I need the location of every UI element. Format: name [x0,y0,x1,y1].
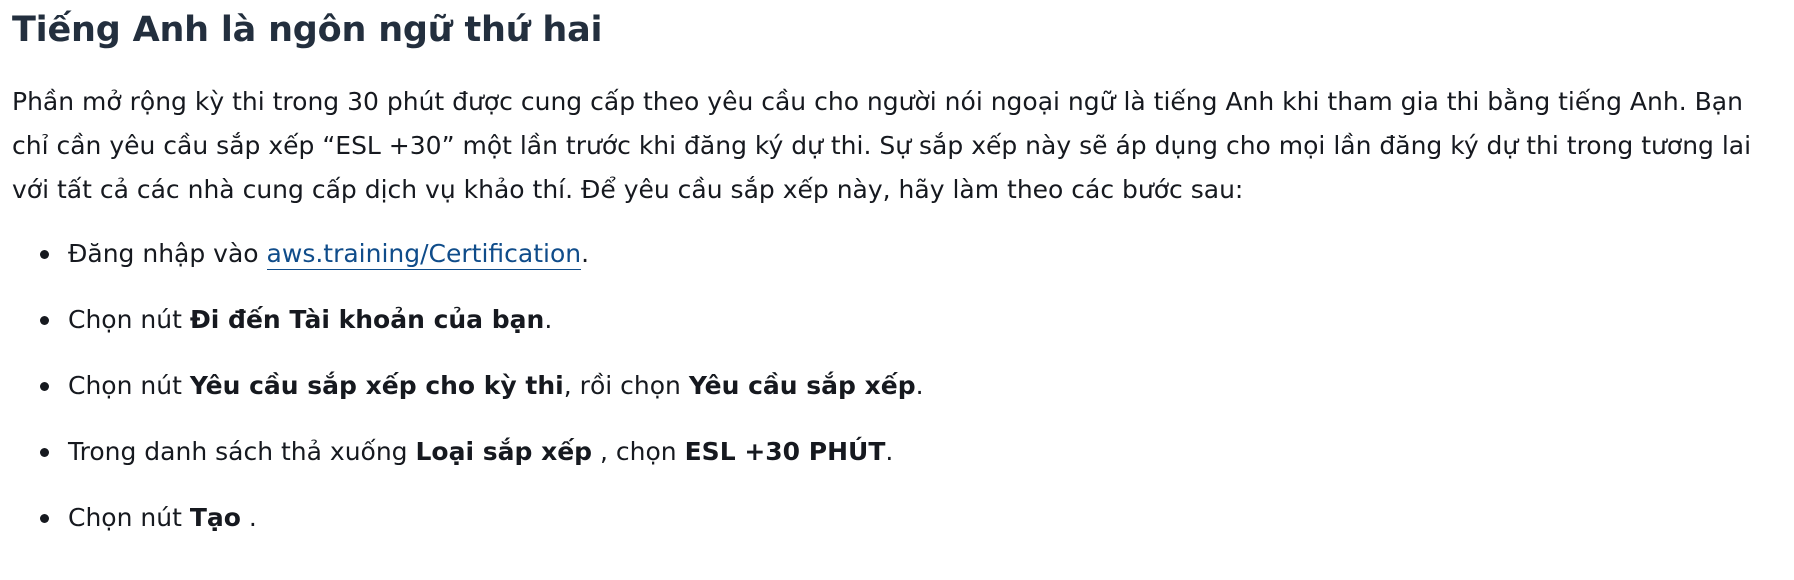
step-2-bold-account: Đi đến Tài khoản của bạn [189,305,545,334]
step-1-text: Đăng nhập vào [68,239,267,268]
list-item-step-3: Chọn nút Yêu cầu sắp xếp cho kỳ thi, rồi… [24,366,1782,406]
step-4-text: Trong danh sách thả xuống [68,437,416,466]
step-4-period: . [885,437,894,466]
list-item-step-2: Chọn nút Đi đến Tài khoản của bạn. [24,300,1782,340]
step-4-bold-esl: ESL +30 PHÚT [684,437,886,466]
bullet-dot-icon [40,250,49,259]
esl-section: Tiếng Anh là ngôn ngữ thứ hai Phần mở rộ… [0,0,1794,538]
section-title: Tiếng Anh là ngôn ngữ thứ hai [12,10,603,50]
bullet-dot-icon [40,316,49,325]
intro-paragraph: Phần mở rộng kỳ thi trong 30 phút được c… [12,87,1752,204]
step-5-bold-create: Tạo [189,503,241,532]
step-4-mid: , chọn [592,437,685,466]
step-5-period: . [240,503,257,532]
step-2-text: Chọn nút [68,305,190,334]
step-5-text: Chọn nút [68,503,190,532]
step-3-bold-request: Yêu cầu sắp xếp [688,371,916,400]
list-item-step-4: Trong danh sách thả xuống Loại sắp xếp ,… [24,432,1782,472]
list-item-step-1: Đăng nhập vào aws.training/Certification… [24,234,1782,274]
step-3-mid: , rồi chọn [563,371,689,400]
bullet-dot-icon [40,448,49,457]
step-3-bold-exam-accommodation: Yêu cầu sắp xếp cho kỳ thi [189,371,564,400]
steps-list: Đăng nhập vào aws.training/Certification… [12,234,1782,538]
bullet-dot-icon [40,514,49,523]
step-1-period: . [581,239,590,268]
bullet-dot-icon [40,382,49,391]
step-2-period: . [544,305,553,334]
certification-link[interactable]: aws.training/Certification [266,239,582,270]
list-item-step-5: Chọn nút Tạo . [24,498,1782,538]
step-3-text: Chọn nút [68,371,190,400]
step-3-period: . [915,371,924,400]
step-4-bold-type: Loại sắp xếp [415,437,593,466]
